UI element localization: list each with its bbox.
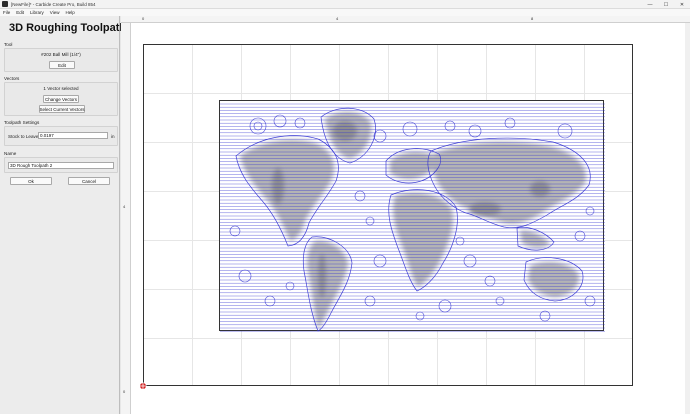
menu-help[interactable]: Help xyxy=(62,10,77,15)
name-group: 3D Rough Toolpath 2 xyxy=(4,157,118,173)
ok-button[interactable]: Ok xyxy=(10,177,52,185)
tool-section-label: Tool xyxy=(4,42,13,47)
tool-group: #202 Ball Mill (1/4") Edit xyxy=(4,48,118,72)
panel-title: 3D Roughing Toolpath xyxy=(9,22,127,34)
vector-status: 1 Vector selected xyxy=(43,86,79,91)
name-section-label: Name xyxy=(4,151,17,156)
ruler-left-label-0: 0 xyxy=(123,389,126,394)
select-current-vectors-button[interactable]: Select Current Vectors xyxy=(39,105,85,113)
cancel-button[interactable]: Cancel xyxy=(68,177,110,185)
tool-name: #202 Ball Mill (1/4") xyxy=(41,52,81,57)
stock-to-leave-label: Stock to Leave xyxy=(8,134,39,139)
toolpath-preview xyxy=(220,103,605,332)
change-vectors-button[interactable]: Change Vectors xyxy=(43,95,79,103)
vertical-scrollbar[interactable] xyxy=(685,23,690,414)
toolpath-name-input[interactable]: 3D Rough Toolpath 2 xyxy=(8,162,114,169)
menu-file[interactable]: File xyxy=(0,10,13,15)
stock-to-leave-input[interactable]: 0.0197 xyxy=(38,132,108,139)
ruler-left-label-4: 4 xyxy=(123,204,126,209)
edit-tool-button[interactable]: Edit xyxy=(49,61,75,69)
origin-marker-icon xyxy=(139,382,147,390)
model-relief[interactable] xyxy=(219,100,605,332)
vectors-group: 1 Vector selected Change Vectors Select … xyxy=(4,82,118,116)
toolpath-panel: 3D Roughing Toolpath Tool #202 Ball Mill… xyxy=(0,16,126,414)
vertical-ruler: 4 0 xyxy=(121,23,131,414)
menu-view[interactable]: View xyxy=(47,10,63,15)
settings-group: Stock to Leave 0.0197 in xyxy=(4,126,118,146)
maximize-button[interactable]: ☐ xyxy=(658,0,674,9)
menu-edit[interactable]: Edit xyxy=(13,10,27,15)
window-controls: — ☐ ✕ xyxy=(642,0,690,9)
horizontal-ruler: 0 4 8 xyxy=(121,16,690,23)
menu-bar: File Edit Library View Help xyxy=(0,9,690,16)
app-icon xyxy=(2,1,8,7)
title-bar: [NewFile]* - Carbide Create Pro, Build 8… xyxy=(0,0,690,9)
close-button[interactable]: ✕ xyxy=(674,0,690,9)
stock-unit-label: in xyxy=(111,134,115,139)
ruler-top-label-0: 0 xyxy=(142,16,145,21)
window-title: [NewFile]* - Carbide Create Pro, Build 8… xyxy=(11,1,96,7)
minimize-button[interactable]: — xyxy=(642,0,658,9)
ruler-top-label-4: 4 xyxy=(336,16,339,21)
vectors-section-label: Vectors xyxy=(4,76,20,81)
ruler-top-label-8: 8 xyxy=(531,16,534,21)
settings-section-label: Toolpath Settings xyxy=(4,120,40,125)
menu-library[interactable]: Library xyxy=(27,10,47,15)
